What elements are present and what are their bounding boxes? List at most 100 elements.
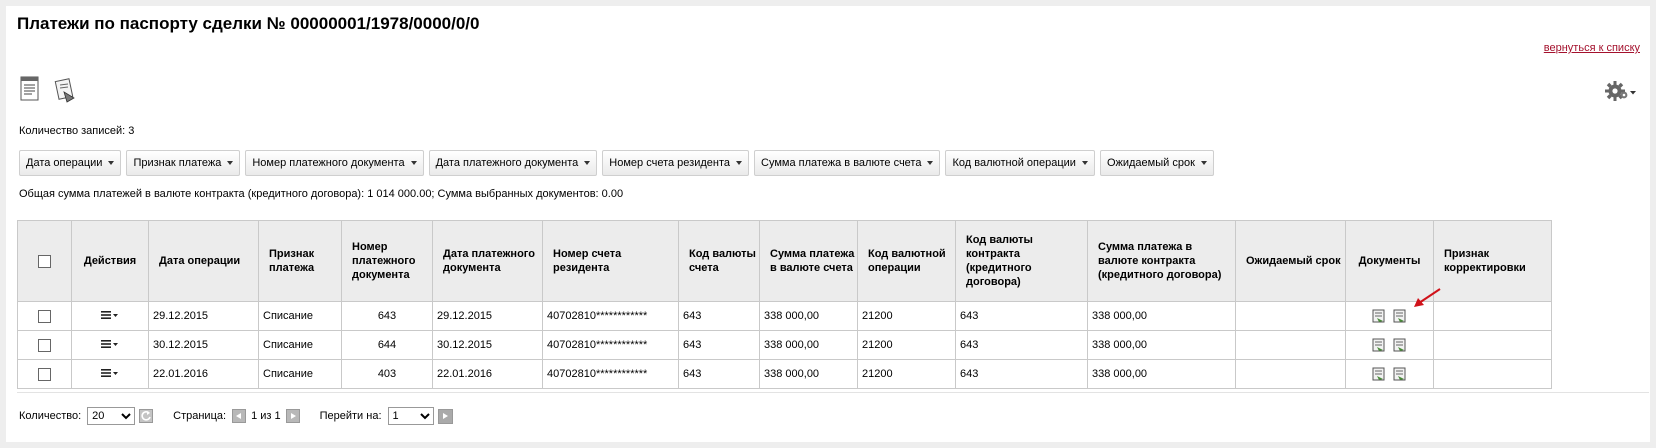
col-doc-date[interactable]: Дата платежного документа xyxy=(432,220,543,302)
cell-doc-date: 30.12.2015 xyxy=(432,330,543,360)
cell-payment-sign: Списание xyxy=(258,301,342,331)
cell-doc-number: 644 xyxy=(341,330,433,360)
cell-amount-contract-currency: 338 000,00 xyxy=(1087,330,1236,360)
actions-menu-icon[interactable] xyxy=(101,310,119,320)
caret-down-icon xyxy=(1200,161,1207,165)
cell-correction-sign xyxy=(1433,301,1552,331)
export-document-icon[interactable] xyxy=(52,78,78,104)
page-title: Платежи по паспорту сделки № 00000001/19… xyxy=(17,14,480,33)
cell-contract-currency-code: 643 xyxy=(955,330,1088,360)
cell-expected-term xyxy=(1235,301,1346,331)
row-checkbox[interactable] xyxy=(38,338,51,352)
cell-documents xyxy=(1345,359,1434,389)
filter-doc-number[interactable]: Номер платежного документа xyxy=(245,150,424,176)
cell-correction-sign xyxy=(1433,330,1552,360)
cell-amount-contract-currency: 338 000,00 xyxy=(1087,301,1236,331)
row-checkbox[interactable] xyxy=(38,367,51,381)
goto-page-select[interactable]: 1 xyxy=(387,407,434,425)
caret-down-icon xyxy=(410,161,417,165)
cell-expected-term xyxy=(1235,359,1346,389)
row-select-cell xyxy=(17,359,72,389)
cell-amount-account-currency: 338 000,00 xyxy=(759,301,858,331)
caret-down-icon xyxy=(1081,161,1088,165)
main-panel: Платежи по паспорту сделки № 00000001/19… xyxy=(6,6,1650,442)
cell-currency-operation-code: 21200 xyxy=(857,359,956,389)
report-icon[interactable] xyxy=(18,76,42,102)
cell-expected-term xyxy=(1235,330,1346,360)
filter-expected-term[interactable]: Ожидаемый срок xyxy=(1099,150,1214,176)
caret-down-icon xyxy=(227,161,234,165)
document-print-icon[interactable] xyxy=(1393,338,1407,352)
cell-currency-operation-code: 21200 xyxy=(857,301,956,331)
filter-label: Дата платежного документа xyxy=(435,157,579,169)
cell-doc-number: 403 xyxy=(341,359,433,389)
document-print-icon[interactable] xyxy=(1393,309,1407,323)
row-select-cell xyxy=(17,330,72,360)
cell-documents xyxy=(1345,330,1434,360)
col-operation-date[interactable]: Дата операции xyxy=(148,220,259,302)
actions-menu-icon[interactable] xyxy=(101,368,119,378)
col-contract-currency-code[interactable]: Код валюты контракта (кредитного договор… xyxy=(955,220,1088,302)
row-select-cell xyxy=(17,301,72,331)
cell-amount-account-currency: 338 000,00 xyxy=(759,359,858,389)
prev-page-icon[interactable] xyxy=(232,409,247,423)
col-currency-operation-code[interactable]: Код валютной операции xyxy=(857,220,956,302)
table-row[interactable]: 22.01.2016 Списание 403 22.01.2016 40702… xyxy=(17,359,1552,389)
row-actions-cell xyxy=(71,301,149,331)
caret-down-icon xyxy=(584,161,591,165)
document-view-icon[interactable] xyxy=(1372,309,1386,323)
col-doc-number[interactable]: Номер платежного документа xyxy=(341,220,433,302)
filter-resident-account[interactable]: Номер счета резидента xyxy=(602,150,749,176)
filter-bar: Дата операции Признак платежа Номер плат… xyxy=(19,150,1214,176)
row-checkbox[interactable] xyxy=(38,309,51,323)
cell-resident-account: 40702810************ xyxy=(542,301,679,331)
cell-operation-date: 22.01.2016 xyxy=(148,359,259,389)
cell-contract-currency-code: 643 xyxy=(955,359,1088,389)
select-all-checkbox[interactable] xyxy=(38,254,51,268)
col-resident-account[interactable]: Номер счета резидента xyxy=(542,220,679,302)
filter-operation-date[interactable]: Дата операции xyxy=(19,150,122,176)
next-page-icon[interactable] xyxy=(285,409,300,423)
pager-divider xyxy=(17,392,1649,393)
page-label: Страница: xyxy=(173,410,227,422)
document-view-icon[interactable] xyxy=(1372,367,1386,381)
refresh-icon[interactable] xyxy=(139,409,154,423)
page-size-select[interactable]: 20 xyxy=(87,407,136,425)
col-account-currency-code[interactable]: Код валюты счета xyxy=(678,220,760,302)
filter-label: Признак платежа xyxy=(133,157,222,169)
cell-amount-contract-currency: 338 000,00 xyxy=(1087,359,1236,389)
caret-down-icon xyxy=(108,161,115,165)
col-correction-sign[interactable]: Признак корректировки xyxy=(1433,220,1552,302)
col-amount-contract-currency[interactable]: Сумма платежа в валюте контракта (кредит… xyxy=(1087,220,1236,302)
summary-text: Общая сумма платежей в валюте контракта … xyxy=(19,188,624,200)
filter-label: Сумма платежа в валюте счета xyxy=(761,157,922,169)
cell-doc-date: 29.12.2015 xyxy=(432,301,543,331)
cell-amount-account-currency: 338 000,00 xyxy=(759,330,858,360)
cell-doc-date: 22.01.2016 xyxy=(432,359,543,389)
col-payment-sign[interactable]: Признак платежа xyxy=(258,220,342,302)
filter-currency-operation-code[interactable]: Код валютной операции xyxy=(945,150,1095,176)
filter-payment-sign[interactable]: Признак платежа xyxy=(126,150,241,176)
col-amount-account-currency[interactable]: Сумма платежа в валюте счета xyxy=(759,220,858,302)
filter-amount-account-currency[interactable]: Сумма платежа в валюте счета xyxy=(754,150,941,176)
cell-contract-currency-code: 643 xyxy=(955,301,1088,331)
go-page-icon[interactable] xyxy=(437,408,453,424)
actions-menu-icon[interactable] xyxy=(101,339,119,349)
back-to-list-link[interactable]: вернуться к списку xyxy=(1544,42,1640,54)
col-expected-term[interactable]: Ожидаемый срок xyxy=(1235,220,1346,302)
caret-down-icon xyxy=(736,161,742,165)
cell-payment-sign: Списание xyxy=(258,330,342,360)
page-info: 1 из 1 xyxy=(251,410,281,422)
table-row[interactable]: 30.12.2015 Списание 644 30.12.2015 40702… xyxy=(17,330,1552,360)
cell-currency-operation-code: 21200 xyxy=(857,330,956,360)
document-print-icon[interactable] xyxy=(1393,367,1407,381)
cell-account-currency-code: 643 xyxy=(678,359,760,389)
filter-doc-date[interactable]: Дата платежного документа xyxy=(428,150,598,176)
table-row[interactable]: 29.12.2015 Списание 643 29.12.2015 40702… xyxy=(17,301,1552,331)
col-actions: Действия xyxy=(71,220,149,302)
document-view-icon[interactable] xyxy=(1372,338,1386,352)
row-actions-cell xyxy=(71,359,149,389)
cell-account-currency-code: 643 xyxy=(678,330,760,360)
settings-gear-icon[interactable] xyxy=(1604,80,1638,102)
page-size-label: Количество: xyxy=(19,410,82,422)
